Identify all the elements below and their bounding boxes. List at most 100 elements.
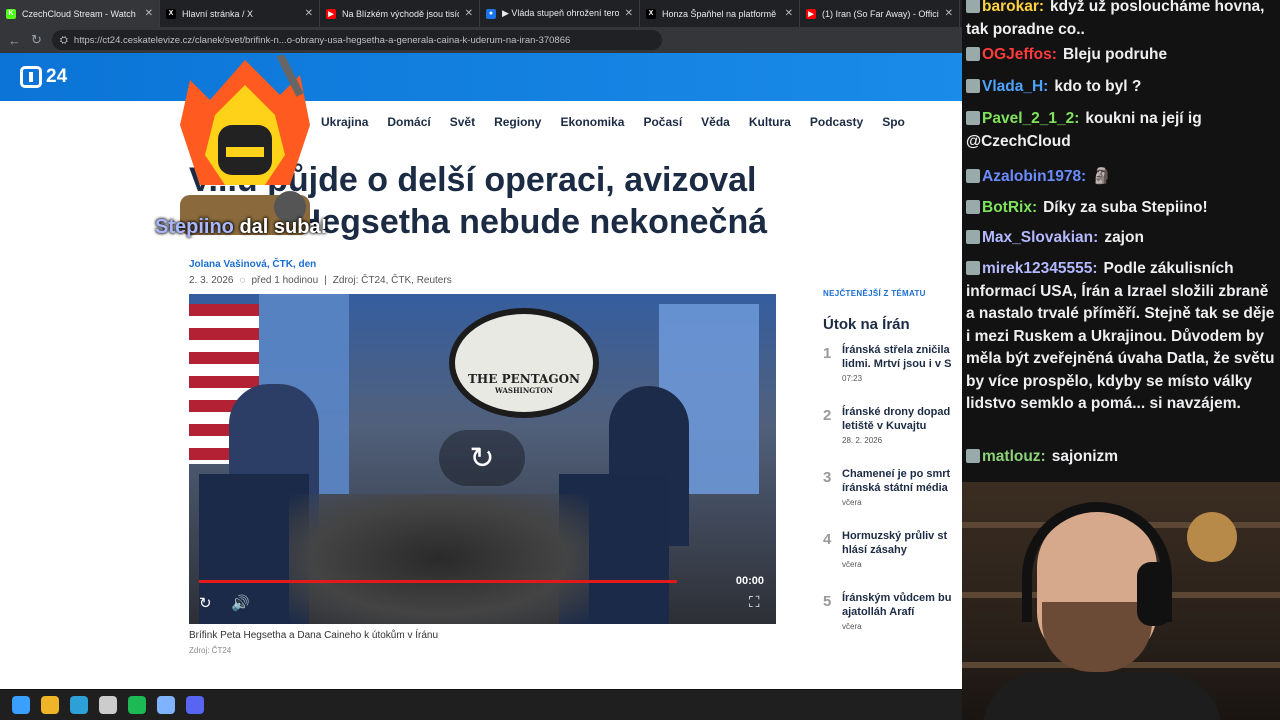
nav-item[interactable]: Regiony	[494, 115, 541, 129]
tab-close-icon[interactable]: ✕	[625, 8, 633, 19]
url-field[interactable]: ⛭ https://ct24.ceskatelevize.cz/clanek/s…	[51, 30, 662, 50]
article-byline[interactable]: Jolana Vašinová, ČTK, den	[189, 259, 316, 270]
browser-tab[interactable]: ● ▶ Vláda stupeň ohrožení terorismu ✕	[480, 0, 640, 27]
most-read-sidebar: NEJČTENĚJŠÍ Z TÉMATU Útok na Írán 1 Íráns…	[823, 289, 962, 653]
nav-item[interactable]: Svět	[450, 115, 475, 129]
tab-close-icon[interactable]: ✕	[945, 8, 953, 19]
chat-message: OGJeffos: Bleju podruhe	[966, 44, 1276, 67]
item-title: ajatolláh Arafí	[842, 606, 915, 618]
item-title: Hormuzský průliv st	[842, 530, 948, 542]
chat-text: kdo to byl ?	[1054, 78, 1142, 95]
chat-username[interactable]: matlouz:	[982, 448, 1046, 465]
chat-username[interactable]: Pavel_2_1_2:	[982, 110, 1079, 127]
item-date: 28. 2. 2026	[842, 436, 883, 445]
most-read-item[interactable]: 4 Hormuzský průliv st hlásí zásahy včera	[823, 529, 962, 591]
item-date: 07:23	[842, 374, 863, 383]
volume-icon[interactable]: 🔊	[231, 594, 250, 612]
chat-username[interactable]: barokar:	[982, 0, 1044, 15]
item-date: včera	[842, 498, 862, 507]
most-read-item[interactable]: 1 Íránská střela zničila lidmi. Mrtví jsou…	[823, 343, 962, 405]
tab-favicon-icon: ●	[486, 8, 496, 19]
browser-tab[interactable]: X Honza Špaňhel na platformě X: „M ✕	[640, 0, 800, 27]
windows-start-icon[interactable]	[12, 696, 30, 714]
chat-message: barokar: když už posloucháme hovna, tak p…	[966, 0, 1276, 41]
replay-button[interactable]: ↻	[439, 430, 525, 486]
browser-tab[interactable]: ▶ (1) Iran (So Far Away) - Official Mu ✕	[800, 0, 960, 27]
nav-item[interactable]: Podcasty	[810, 115, 863, 129]
video-progress-bar[interactable]	[199, 580, 678, 583]
audience-blur	[289, 494, 589, 624]
chat-username[interactable]: Vlada_H:	[982, 78, 1048, 95]
tab-close-icon[interactable]: ✕	[785, 8, 793, 19]
chat-username[interactable]: Azalobin1978:	[982, 168, 1086, 185]
nav-item[interactable]: Domácí	[387, 115, 430, 129]
back-icon[interactable]: ←	[8, 33, 21, 48]
item-date: včera	[842, 560, 862, 569]
chat-message: mirek12345555: Podle zákulisních informac…	[966, 258, 1276, 416]
browser-tab[interactable]: X Hlavní stránka / X ✕	[160, 0, 320, 27]
globe	[1187, 512, 1237, 562]
video-caption: Brífink Peta Hegsetha a Dana Caineho k ú…	[189, 630, 439, 641]
browser-tab[interactable]: ▶ Na Blízkém východě jsou tisíce Če ✕	[320, 0, 480, 27]
tab-title: Na Blízkém východě jsou tisíce Če	[342, 8, 459, 19]
item-number: 3	[823, 469, 832, 486]
article-source: Zdroj: ČT24, ČTK, Reuters	[332, 275, 452, 286]
chat-username[interactable]: BotRix:	[982, 199, 1037, 216]
tab-close-icon[interactable]: ✕	[465, 8, 473, 19]
nav-item[interactable]: Spo	[882, 115, 905, 129]
obs-icon[interactable]	[99, 696, 117, 714]
browser-tab[interactable]: K CzechCloud Stream - Watch Live o ✕	[0, 0, 160, 27]
streamer-shirt	[982, 672, 1222, 720]
tab-title: CzechCloud Stream - Watch Live o	[22, 8, 139, 19]
most-read-item[interactable]: 3 Chameneí je po smrt íránská státní média…	[823, 467, 962, 529]
reload-icon[interactable]: ↻	[31, 32, 42, 48]
nav-item[interactable]: Věda	[701, 115, 730, 129]
item-number: 1	[823, 345, 832, 362]
site-info-icon[interactable]: ⛭	[60, 35, 68, 46]
address-bar-row: ← ↻ ⛭ https://ct24.ceskatelevize.cz/clan…	[0, 27, 962, 53]
notepad-icon[interactable]	[157, 696, 175, 714]
item-number: 2	[823, 407, 832, 424]
sidebar-topic[interactable]: Útok na Írán	[823, 316, 962, 333]
spotify-icon[interactable]	[128, 696, 146, 714]
url-text: https://ct24.ceskatelevize.cz/clanek/sve…	[73, 34, 571, 46]
tab-favicon-icon: X	[166, 8, 176, 19]
chat-username[interactable]: mirek12345555:	[982, 260, 1098, 277]
tab-close-icon[interactable]: ✕	[305, 8, 313, 19]
chat-badge-icon	[966, 47, 980, 61]
nav-item[interactable]: Počasí	[643, 115, 682, 129]
video-player[interactable]: THE PENTAGON WASHINGTON ↻ 00:00 ↻ 🔊 ⛶	[189, 294, 776, 624]
fullscreen-icon[interactable]: ⛶	[749, 594, 760, 611]
windows-taskbar	[0, 690, 962, 720]
chat-username[interactable]: OGJeffos:	[982, 46, 1057, 63]
discord-icon[interactable]	[186, 696, 204, 714]
chat-username[interactable]: Max_Slovakian:	[982, 229, 1098, 246]
sub-alert-name: Stepiino	[155, 216, 234, 238]
tab-close-icon[interactable]: ✕	[145, 8, 153, 19]
item-number: 4	[823, 531, 832, 548]
item-title: Íránské drony dopad	[842, 406, 951, 418]
ct24-logo[interactable]: 24	[20, 66, 67, 88]
sub-alert-text: Stepiino dal suba!	[155, 216, 327, 239]
browser-tab-bar: K CzechCloud Stream - Watch Live o ✕ X Hlavn…	[0, 0, 962, 27]
nav-item[interactable]: Ekonomika	[560, 115, 624, 129]
most-read-item[interactable]: 5 Íránským vůdcem bu ajatolláh Arafí včera	[823, 591, 962, 653]
tab-title: (1) Iran (So Far Away) - Official Mu	[822, 8, 939, 19]
edge-icon[interactable]	[70, 696, 88, 714]
most-read-item[interactable]: 2 Íránské drony dopad letiště v Kuvajtu 28.…	[823, 405, 962, 467]
chat-text: Díky za suba Stepiino!	[1043, 199, 1208, 216]
replay-icon: ↻	[469, 441, 495, 475]
video-time: 00:00	[735, 575, 764, 587]
chat-text: 🗿	[1092, 168, 1112, 185]
ct-logo-icon	[20, 66, 42, 88]
sub-alert-message: dal suba!	[239, 216, 328, 238]
file-explorer-icon[interactable]	[41, 696, 59, 714]
webcam-feed	[962, 482, 1280, 720]
replay-small-icon[interactable]: ↻	[199, 594, 212, 612]
nav-item[interactable]: Kultura	[749, 115, 791, 129]
chat-text: zajon	[1104, 229, 1144, 246]
sidebar-label: NEJČTENĚJŠÍ Z TÉMATU	[823, 289, 926, 298]
chat-badge-icon	[966, 111, 980, 125]
clock-icon: ◌	[239, 275, 246, 286]
chat-badge-icon	[966, 169, 980, 183]
